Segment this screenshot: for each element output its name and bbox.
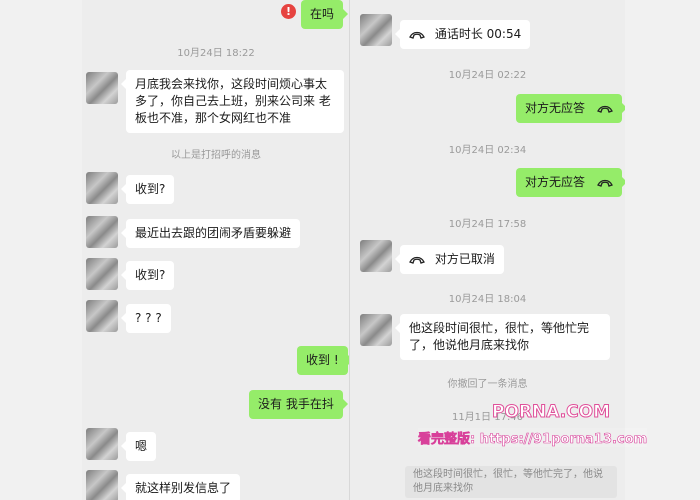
received-message[interactable]: 最近出去跟的团闹矛盾要躲避 [120, 219, 301, 248]
received-message[interactable]: 就这样别发信息了 [120, 474, 241, 500]
avatar[interactable] [360, 314, 392, 346]
avatar[interactable] [86, 172, 118, 204]
call-label: 对方无应答 [525, 101, 586, 115]
call-record[interactable]: 对方无应答 [516, 94, 625, 123]
greeting-notice: 以上是打招呼的消息 [171, 150, 261, 161]
timestamp: 10月24日 18:04 [448, 294, 527, 305]
call-label: 对方已取消 [434, 252, 495, 266]
received-message[interactable]: 他这段时间很忙，很忙，等他忙完了，他说他月底来找你 [395, 314, 610, 360]
phone-hangup-icon [409, 256, 425, 264]
quoted-message[interactable]: 他这段时间很忙，很忙，等他忙完了，他说他月底来找你 [405, 466, 617, 498]
avatar[interactable] [86, 428, 118, 460]
phone-hangup-icon [596, 179, 613, 187]
timestamp: 10月24日 02:34 [448, 145, 527, 156]
avatar[interactable] [360, 240, 392, 272]
send-failed-icon[interactable]: ! [281, 4, 296, 19]
sent-message-zaima[interactable]: 在吗 [301, 0, 349, 29]
call-label: 对方无应答 [525, 175, 586, 189]
sent-message[interactable]: 没有 我手在抖 [249, 390, 348, 419]
received-message[interactable]: 收到? [120, 175, 175, 204]
received-message[interactable]: 嗯 [120, 432, 157, 461]
received-message[interactable]: 收到? [120, 261, 175, 290]
timestamp: 10月24日 18:22 [177, 48, 255, 59]
received-message[interactable]: ? ? ? [121, 304, 171, 333]
avatar[interactable] [86, 72, 118, 104]
avatar[interactable] [86, 470, 118, 500]
avatar[interactable] [86, 216, 118, 248]
received-message[interactable]: 月底我会来找你，这段时间烦心事太多了，你自己去上班，别来公司来 老板也不准，那个… [121, 70, 344, 133]
phone-hangup-icon [409, 31, 425, 39]
watermark-logo: PORNA.COM [491, 402, 611, 423]
avatar[interactable] [86, 258, 118, 290]
sent-message[interactable]: 收到 ! [297, 346, 350, 375]
timestamp: 10月24日 17:58 [448, 219, 527, 230]
phone-hangup-icon [596, 105, 613, 113]
recall-notice: 你撤回了一条消息 [447, 379, 528, 390]
timestamp: 10月24日 02:22 [448, 70, 527, 81]
call-record[interactable]: 通话时长 00:54 [394, 20, 531, 49]
call-label: 通话时长 00:54 [434, 27, 522, 41]
avatar[interactable] [86, 300, 118, 332]
call-record[interactable]: 对方无应答 [516, 168, 625, 197]
watermark-url: 看完整版: https://91porna13.com [418, 428, 647, 447]
avatar[interactable] [360, 14, 392, 46]
call-record[interactable]: 对方已取消 [395, 245, 504, 274]
left-chat-screenshot: ! 在吗 10月24日 18:22 月底我会来找你，这段时间烦心事太多了，你自己… [82, 0, 350, 500]
right-chat-screenshot: 通话时长 00:54 10月24日 02:22 对方无应答 10月24日 02:… [350, 0, 625, 500]
